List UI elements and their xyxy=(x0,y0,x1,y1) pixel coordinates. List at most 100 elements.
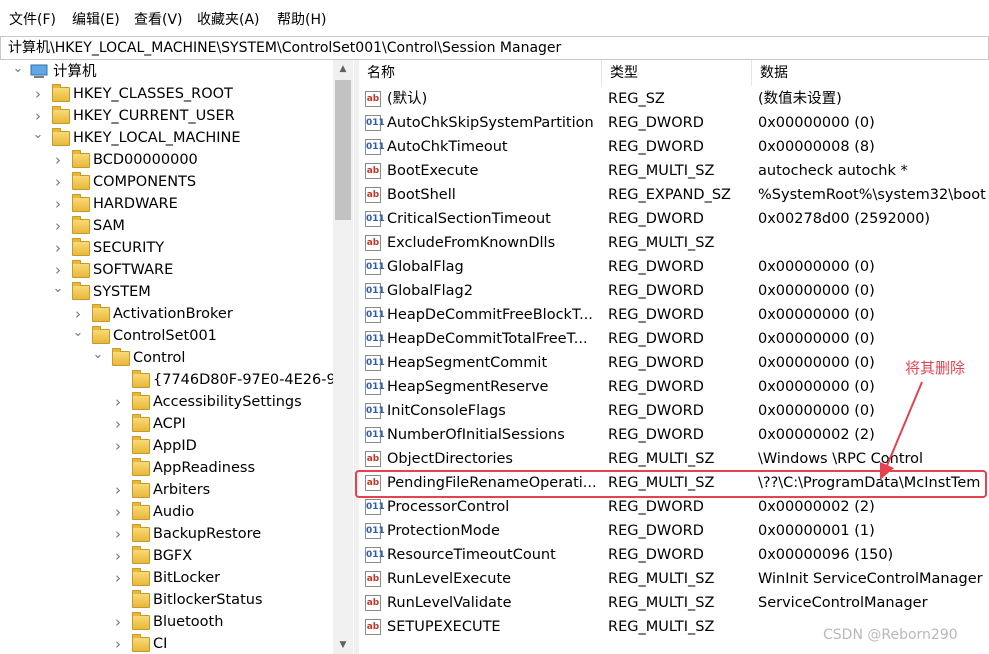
value-row[interactable]: ab ExcludeFromKnownDlls REG_MULTI_SZ xyxy=(359,231,989,255)
value-name: RunLevelValidate xyxy=(387,595,512,611)
scroll-down-arrow-icon[interactable]: ▼ xyxy=(333,636,353,654)
tree-item-label: Control xyxy=(133,350,186,366)
chevron-down-icon[interactable]: ⌄ xyxy=(92,347,104,369)
tree-item[interactable]: {7746D80F-97E0-4E26-95 xyxy=(0,369,345,391)
chevron-right-icon[interactable]: › xyxy=(112,523,124,545)
chevron-right-icon[interactable]: › xyxy=(112,435,124,457)
chevron-right-icon[interactable]: › xyxy=(112,611,124,633)
value-row[interactable]: 011 GlobalFlag REG_DWORD 0x00000000 (0) xyxy=(359,255,989,279)
chevron-right-icon[interactable]: › xyxy=(112,501,124,523)
tree-item[interactable]: ⌄ Control xyxy=(0,347,333,369)
value-type: REG_MULTI_SZ xyxy=(608,235,715,251)
chevron-right-icon[interactable]: › xyxy=(52,215,64,237)
tree-item[interactable]: › BGFX xyxy=(0,545,333,567)
chevron-right-icon[interactable]: › xyxy=(32,105,44,127)
chevron-right-icon[interactable]: › xyxy=(72,303,84,325)
folder-icon xyxy=(132,568,150,586)
value-row[interactable]: ab RunLevelExecute REG_MULTI_SZ WinInit Ser… xyxy=(359,567,989,591)
tree-item[interactable]: › Audio xyxy=(0,501,333,523)
value-row[interactable]: 011 HeapDeCommitFreeBlockT... REG_DWORD 0x0… xyxy=(359,303,989,327)
chevron-right-icon[interactable]: › xyxy=(112,545,124,567)
binary-value-icon: 011 xyxy=(365,331,385,347)
value-row[interactable]: ab BootExecute REG_MULTI_SZ autocheck autoc… xyxy=(359,159,989,183)
tree-item[interactable]: AppReadiness xyxy=(0,457,333,479)
scroll-up-arrow-icon[interactable]: ▲ xyxy=(333,60,353,78)
value-row[interactable]: ab RunLevelValidate REG_MULTI_SZ ServiceCon… xyxy=(359,591,989,615)
chevron-right-icon[interactable]: › xyxy=(52,149,64,171)
value-type: REG_DWORD xyxy=(608,427,704,443)
scroll-thumb[interactable] xyxy=(335,80,351,220)
value-row[interactable]: 011 HeapDeCommitTotalFreeT... REG_DWORD 0x0… xyxy=(359,327,989,351)
chevron-right-icon[interactable]: › xyxy=(112,391,124,413)
chevron-right-icon[interactable]: › xyxy=(52,237,64,259)
tree-scrollbar[interactable]: ▲ ▼ xyxy=(333,60,353,654)
tree-item[interactable]: › SOFTWARE xyxy=(0,259,333,281)
tree-item[interactable]: › SECURITY xyxy=(0,237,333,259)
tree-item[interactable]: ⌄ 计算机 xyxy=(0,61,333,83)
folder-icon xyxy=(132,480,150,498)
column-header-data[interactable]: 数据 xyxy=(752,60,989,86)
tree-item[interactable]: › AccessibilitySettings xyxy=(0,391,333,413)
menu-edit[interactable]: 编辑(E) xyxy=(72,11,120,29)
value-row[interactable]: 011 ProcessorControl REG_DWORD 0x00000002 (… xyxy=(359,495,989,519)
chevron-down-icon[interactable]: ⌄ xyxy=(32,127,44,149)
tree-item[interactable]: BitlockerStatus xyxy=(0,589,333,611)
tree-item[interactable]: › Bluetooth xyxy=(0,611,333,633)
value-row[interactable]: 011 AutoChkSkipSystemPartition REG_DWORD 0x… xyxy=(359,111,989,135)
menu-favorites[interactable]: 收藏夹(A) xyxy=(197,11,260,29)
tree-item[interactable]: › COMPONENTS xyxy=(0,171,333,193)
tree-item[interactable]: › SAM xyxy=(0,215,333,237)
menu-view[interactable]: 查看(V) xyxy=(134,11,183,29)
value-row[interactable]: 011 AutoChkTimeout REG_DWORD 0x00000008 (8) xyxy=(359,135,989,159)
value-data: 0x00000096 (150) xyxy=(758,547,894,563)
column-header-name[interactable]: 名称 xyxy=(359,60,602,86)
chevron-right-icon[interactable]: › xyxy=(52,193,64,215)
folder-icon xyxy=(132,414,150,432)
column-header-type[interactable]: 类型 xyxy=(602,60,752,86)
menu-help[interactable]: 帮助(H) xyxy=(277,11,326,29)
chevron-right-icon[interactable]: › xyxy=(112,633,124,654)
tree-item[interactable]: › HKEY_CLASSES_ROOT xyxy=(0,83,333,105)
chevron-down-icon[interactable]: ⌄ xyxy=(12,61,24,83)
value-row[interactable]: 011 GlobalFlag2 REG_DWORD 0x00000000 (0) xyxy=(359,279,989,303)
chevron-right-icon[interactable]: › xyxy=(112,567,124,589)
chevron-right-icon[interactable]: › xyxy=(32,83,44,105)
tree-item-label: Audio xyxy=(153,504,195,520)
tree-item[interactable]: ⌄ HKEY_LOCAL_MACHINE xyxy=(0,127,333,149)
tree-item[interactable]: › HARDWARE xyxy=(0,193,333,215)
tree-item-label: AppID xyxy=(153,438,197,454)
value-row[interactable]: 011 ResourceTimeoutCount REG_DWORD 0x000000… xyxy=(359,543,989,567)
value-row[interactable]: ab BootShell REG_EXPAND_SZ %SystemRoot%\sys… xyxy=(359,183,989,207)
value-name: ExcludeFromKnownDlls xyxy=(387,235,556,251)
address-path[interactable]: 计算机\HKEY_LOCAL_MACHINE\SYSTEM\ControlSet… xyxy=(8,39,561,57)
tree-item-label: 计算机 xyxy=(53,64,97,80)
tree-item[interactable]: › ACPI xyxy=(0,413,333,435)
tree-item-label: SYSTEM xyxy=(93,284,151,300)
string-value-icon: ab xyxy=(365,187,381,203)
tree-item[interactable]: › BackupRestore xyxy=(0,523,333,545)
chevron-right-icon[interactable]: › xyxy=(52,171,64,193)
value-row[interactable]: 011 ProtectionMode REG_DWORD 0x00000001 (1) xyxy=(359,519,989,543)
value-row[interactable]: 011 HeapSegmentCommit REG_DWORD 0x00000000 … xyxy=(359,351,989,375)
menu-file[interactable]: 文件(F) xyxy=(9,11,56,29)
tree-item[interactable]: ⌄ SYSTEM xyxy=(0,281,333,303)
tree-item[interactable]: › HKEY_CURRENT_USER xyxy=(0,105,333,127)
tree-item[interactable]: ⌄ ControlSet001 xyxy=(0,325,333,347)
chevron-right-icon[interactable]: › xyxy=(112,413,124,435)
tree-item[interactable]: › AppID xyxy=(0,435,333,457)
chevron-right-icon[interactable]: › xyxy=(52,259,64,281)
tree-item[interactable]: › ActivationBroker xyxy=(0,303,333,325)
chevron-right-icon[interactable]: › xyxy=(112,479,124,501)
tree-item[interactable]: › Arbiters xyxy=(0,479,333,501)
tree-item[interactable]: › BCD00000000 xyxy=(0,149,333,171)
string-value-icon: ab xyxy=(365,91,381,107)
value-row[interactable]: 011 CriticalSectionTimeout REG_DWORD 0x0027… xyxy=(359,207,989,231)
chevron-down-icon[interactable]: ⌄ xyxy=(72,325,84,347)
tree-item[interactable]: › BitLocker xyxy=(0,567,333,589)
tree-item[interactable]: › CI xyxy=(0,633,333,654)
binary-value-icon: 011 xyxy=(365,523,385,539)
chevron-down-icon[interactable]: ⌄ xyxy=(52,281,64,303)
tree-item-label: SOFTWARE xyxy=(93,262,174,278)
value-row[interactable]: ab (默认) REG_SZ (数值未设置) xyxy=(359,87,989,111)
address-bar[interactable]: 计算机\HKEY_LOCAL_MACHINE\SYSTEM\ControlSet… xyxy=(0,36,989,60)
